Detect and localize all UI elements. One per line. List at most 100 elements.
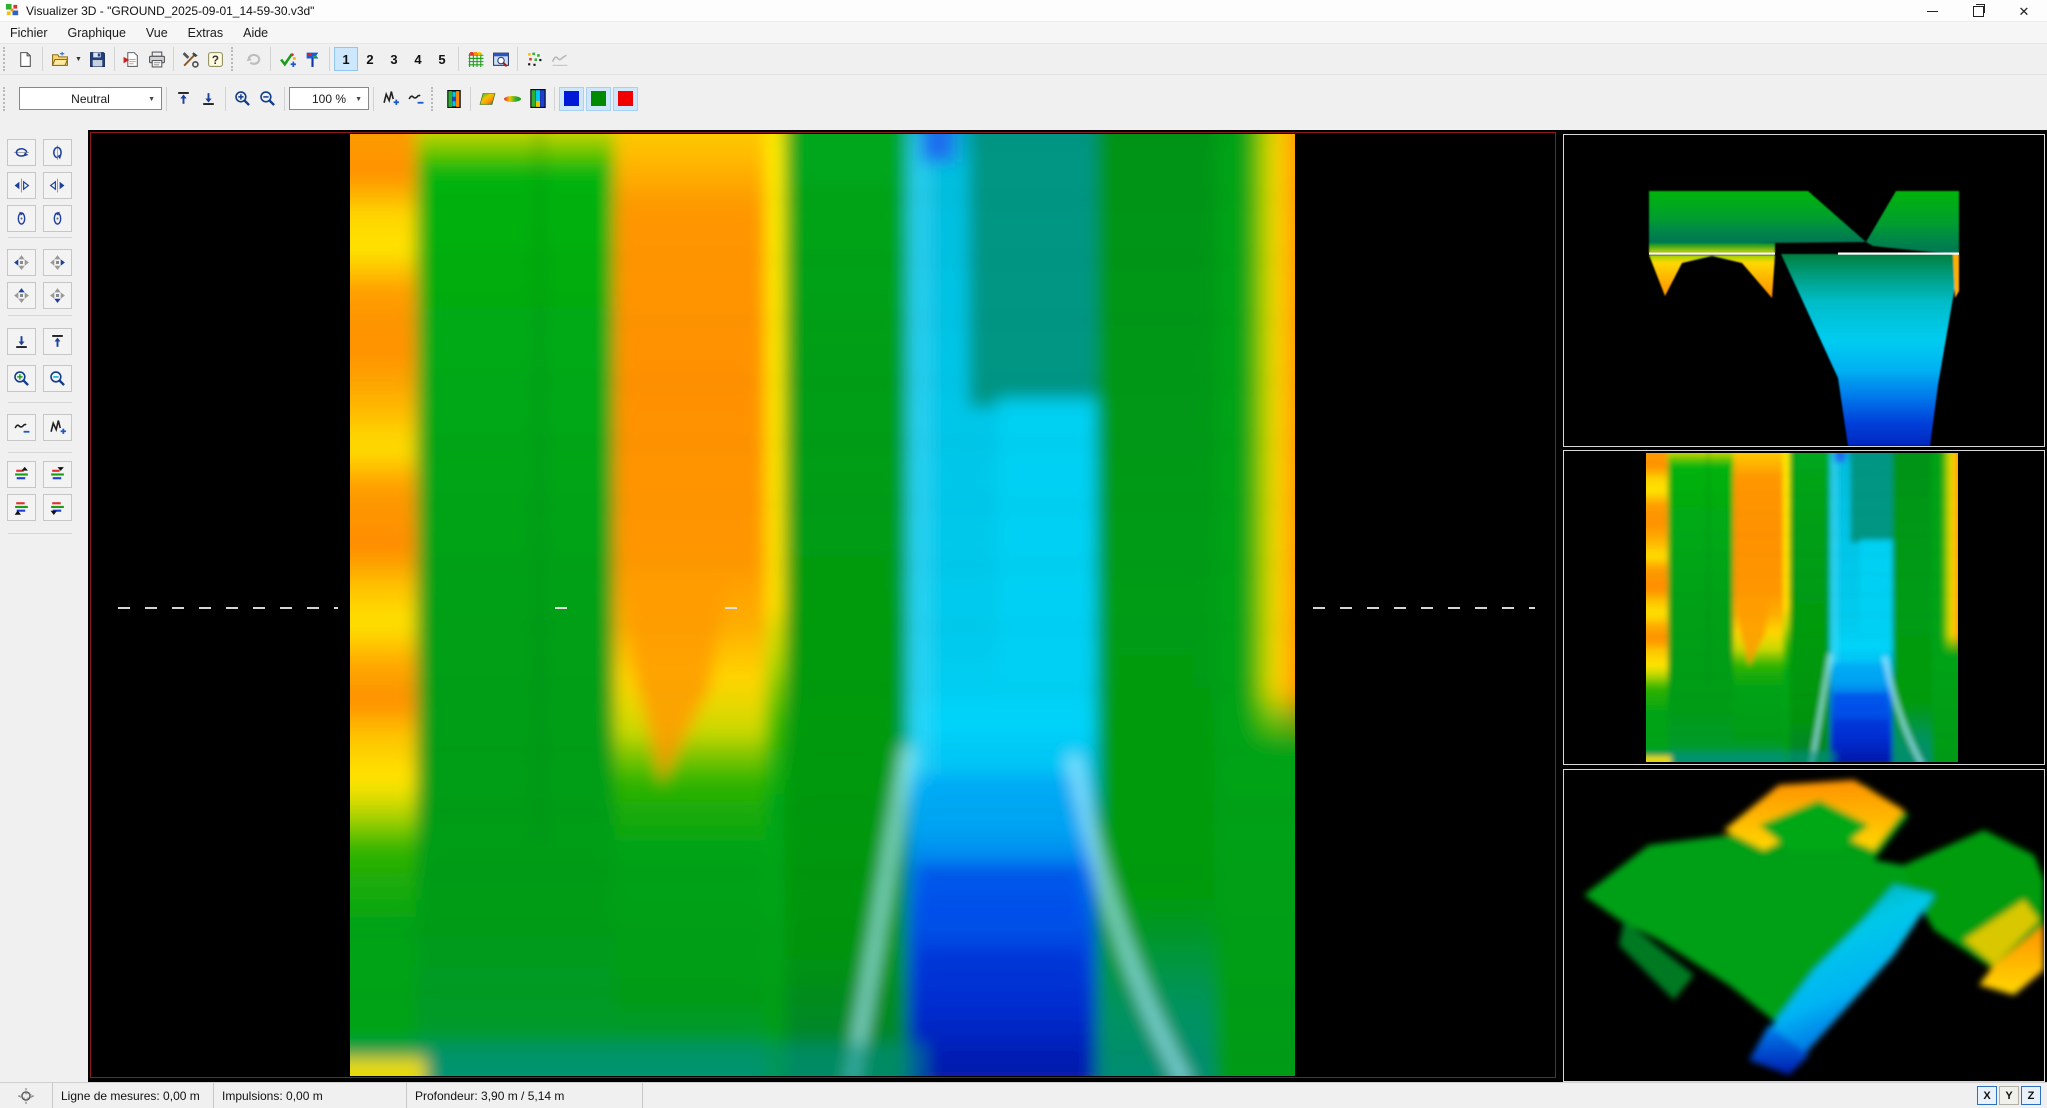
help-button[interactable]: ? bbox=[203, 47, 228, 72]
add-marker-flag-button[interactable] bbox=[300, 47, 325, 72]
view-control-sidebar bbox=[0, 130, 88, 1082]
grid-view-button[interactable] bbox=[463, 47, 488, 72]
depth-up-button[interactable] bbox=[43, 328, 72, 355]
menu-graphique[interactable]: Graphique bbox=[58, 22, 136, 44]
undo-button[interactable] bbox=[241, 47, 266, 72]
preview-side-profile[interactable] bbox=[1563, 134, 2045, 447]
toolbar-grip[interactable] bbox=[231, 47, 237, 71]
marker-flag-icon bbox=[304, 51, 321, 68]
green-channel-swatch bbox=[591, 91, 606, 106]
pan-down-icon bbox=[49, 287, 66, 304]
zoom-level-dropdown[interactable]: 100 % ▼ bbox=[289, 87, 369, 110]
options-tools-button[interactable] bbox=[178, 47, 203, 72]
open-file-button[interactable] bbox=[47, 47, 72, 72]
preview-perspective-3d[interactable] bbox=[1563, 769, 2045, 1082]
new-document-button[interactable] bbox=[13, 47, 38, 72]
flip-right-button[interactable] bbox=[43, 172, 72, 199]
toolbar-grip[interactable] bbox=[431, 87, 437, 111]
zoom-in-side-button[interactable] bbox=[7, 365, 36, 392]
toolbar-grip[interactable] bbox=[3, 47, 9, 71]
layers-raise-bottom-icon bbox=[13, 499, 30, 516]
export-report-button[interactable] bbox=[119, 47, 144, 72]
layers-raise-bottom-button[interactable] bbox=[7, 494, 36, 521]
layers-lower-top-icon bbox=[49, 466, 66, 483]
rotate-right-button[interactable] bbox=[43, 139, 72, 166]
preview-top-down[interactable] bbox=[1563, 450, 2045, 765]
signal-graph-button[interactable] bbox=[547, 47, 572, 72]
view-mode-3-button[interactable]: 3 bbox=[382, 47, 406, 71]
axis-z-button[interactable]: Z bbox=[2021, 1086, 2041, 1105]
measure-line-right bbox=[1313, 607, 1535, 609]
axis-x-button[interactable]: X bbox=[1977, 1086, 1997, 1105]
align-top-button[interactable] bbox=[171, 86, 196, 111]
pan-left-button[interactable] bbox=[7, 249, 36, 276]
menu-fichier[interactable]: Fichier bbox=[0, 22, 58, 44]
roll-right-button[interactable] bbox=[43, 205, 72, 232]
open-file-dropdown[interactable]: ▼ bbox=[72, 47, 85, 72]
print-button[interactable] bbox=[144, 47, 169, 72]
depth-down-button[interactable] bbox=[7, 328, 36, 355]
minimize-peaks-side-button[interactable] bbox=[7, 414, 36, 441]
top-down-art bbox=[1646, 453, 1958, 762]
preview-window-button[interactable] bbox=[488, 47, 513, 72]
status-impulses: Impulsions: 0,00 m bbox=[214, 1083, 407, 1108]
layers-lower-bottom-button[interactable] bbox=[43, 494, 72, 521]
maximize-peaks-side-button[interactable] bbox=[43, 414, 72, 441]
align-bottom-icon bbox=[200, 90, 217, 107]
minimize-peaks-button[interactable] bbox=[403, 86, 428, 111]
chevron-down-icon: ▼ bbox=[355, 96, 362, 103]
view-toolbar: Neutral ▼ 100 % ▼ bbox=[0, 75, 2047, 122]
layers-lower-bottom-icon bbox=[49, 499, 66, 516]
rotate-up-button[interactable] bbox=[7, 139, 36, 166]
menu-aide[interactable]: Aide bbox=[233, 22, 278, 44]
minimize-button[interactable] bbox=[1909, 0, 1955, 22]
status-measure-line: Ligne de mesures: 0,00 m bbox=[53, 1083, 214, 1108]
layers-raise-top-button[interactable] bbox=[7, 461, 36, 488]
menu-vue[interactable]: Vue bbox=[136, 22, 178, 44]
zoom-in-button[interactable] bbox=[230, 86, 255, 111]
save-button[interactable] bbox=[85, 47, 110, 72]
colormap-thumbnail-button[interactable] bbox=[441, 86, 466, 111]
view-mode-1-button[interactable]: 1 bbox=[334, 47, 358, 71]
scatter-dots-icon bbox=[526, 51, 543, 68]
channel-red-button[interactable] bbox=[613, 87, 638, 111]
zoom-out-icon bbox=[49, 370, 66, 387]
flip-left-button[interactable] bbox=[7, 172, 36, 199]
view-mode-4-button[interactable]: 4 bbox=[406, 47, 430, 71]
measure-line-fragment bbox=[555, 607, 567, 609]
layers-lower-top-button[interactable] bbox=[43, 461, 72, 488]
colormap-full-button[interactable] bbox=[525, 86, 550, 111]
axis-y-button[interactable]: Y bbox=[1999, 1086, 2019, 1105]
main-scan-view[interactable] bbox=[90, 132, 1556, 1078]
restore-button[interactable] bbox=[1955, 0, 2001, 22]
restore-icon bbox=[1973, 6, 1984, 17]
color-filter-dropdown[interactable]: Neutral ▼ bbox=[19, 87, 162, 110]
channel-green-button[interactable] bbox=[586, 87, 611, 111]
toolbar-grip[interactable] bbox=[3, 87, 9, 111]
zoom-out-button[interactable] bbox=[255, 86, 280, 111]
roll-left-button[interactable] bbox=[7, 205, 36, 232]
view-mode-5-button[interactable]: 5 bbox=[430, 47, 454, 71]
rotate-right-icon bbox=[49, 144, 66, 161]
layers-raise-top-icon bbox=[13, 466, 30, 483]
pan-down-button[interactable] bbox=[43, 282, 72, 309]
view-mode-2-button[interactable]: 2 bbox=[358, 47, 382, 71]
close-button[interactable]: ✕ bbox=[2001, 0, 2047, 22]
menu-extras[interactable]: Extras bbox=[178, 22, 233, 44]
add-measure-points-button[interactable] bbox=[275, 47, 300, 72]
pan-up-button[interactable] bbox=[7, 282, 36, 309]
save-floppy-icon bbox=[89, 51, 106, 68]
align-bottom-button[interactable] bbox=[196, 86, 221, 111]
measure-check-icon bbox=[279, 51, 297, 68]
scatter-view-button[interactable] bbox=[522, 47, 547, 72]
zoom-out-side-button[interactable] bbox=[43, 365, 72, 392]
side-profile-art bbox=[1564, 135, 2044, 446]
main-toolbar: ▼ ? bbox=[0, 44, 2047, 75]
surface-3d-button[interactable] bbox=[475, 86, 500, 111]
pan-right-button[interactable] bbox=[43, 249, 72, 276]
window-title: Visualizer 3D - "GROUND_2025-09-01_14-59… bbox=[26, 4, 314, 18]
surface-flat-button[interactable] bbox=[500, 86, 525, 111]
ground-scan-heatmap[interactable] bbox=[350, 134, 1295, 1076]
maximize-peaks-button[interactable] bbox=[378, 86, 403, 111]
channel-blue-button[interactable] bbox=[559, 87, 584, 111]
